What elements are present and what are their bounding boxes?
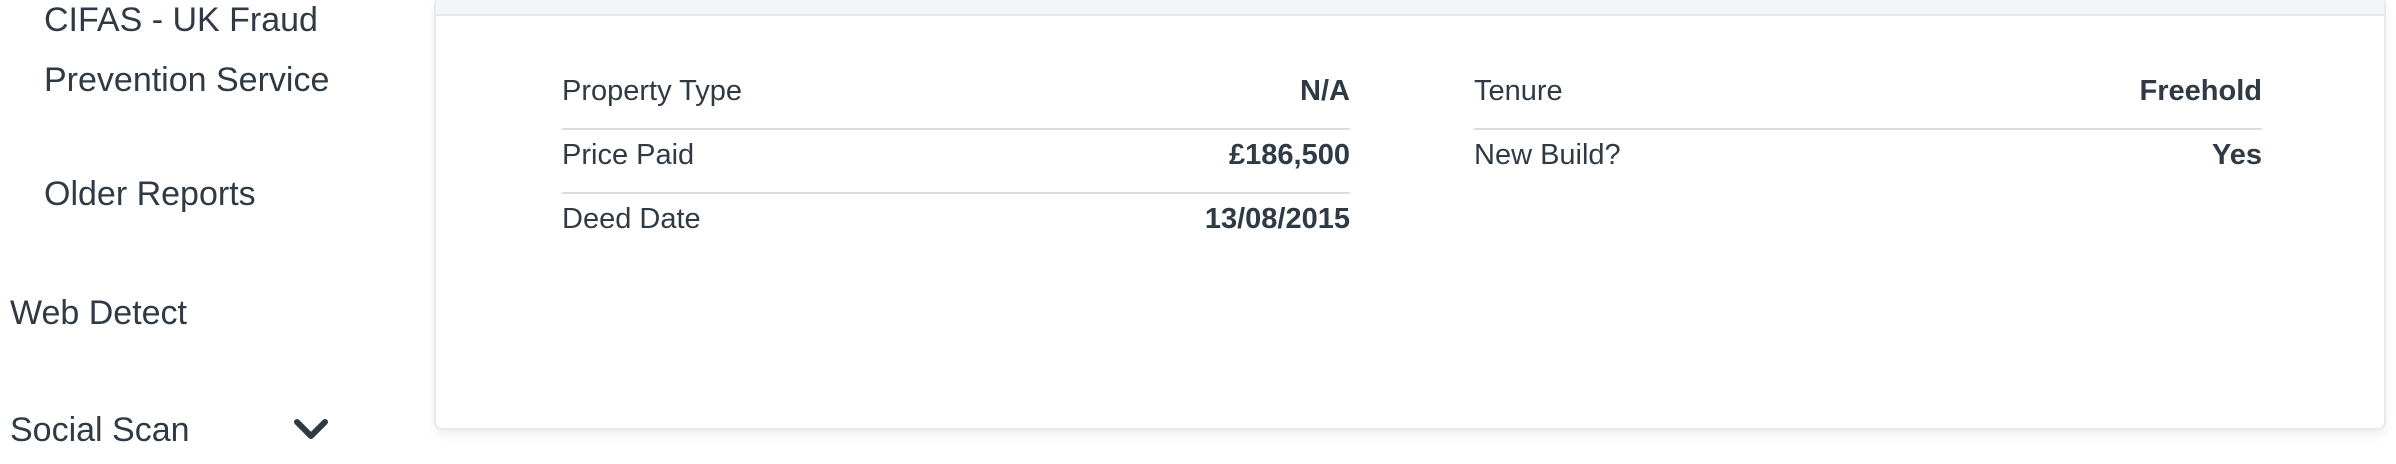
property-type-value: N/A xyxy=(1300,75,1350,107)
tenure-label: Tenure xyxy=(1474,75,1563,107)
deed-date-value: 13/08/2015 xyxy=(1204,203,1350,235)
detail-row-property-type: Property Type N/A xyxy=(562,64,1350,128)
new-build-label: New Build? xyxy=(1474,139,1621,171)
detail-row-price-paid: Price Paid £186,500 xyxy=(562,128,1350,192)
property-details-left-column: Property Type N/A Price Paid £186,500 De… xyxy=(562,64,1350,256)
deed-date-label: Deed Date xyxy=(562,203,701,235)
sidebar-item-cifas-line2[interactable]: Prevention Service xyxy=(44,60,329,100)
property-details-card: Property Type N/A Price Paid £186,500 De… xyxy=(434,0,2386,430)
property-details-right-column: Tenure Freehold New Build? Yes xyxy=(1474,64,2262,192)
price-paid-value: £186,500 xyxy=(1229,139,1350,171)
sidebar-item-cifas-line1[interactable]: CIFAS - UK Fraud xyxy=(44,0,318,40)
price-paid-label: Price Paid xyxy=(562,139,695,171)
chevron-down-icon[interactable] xyxy=(292,414,330,444)
sidebar-item-social-scan[interactable]: Social Scan xyxy=(10,410,190,450)
detail-row-deed-date: Deed Date 13/08/2015 xyxy=(562,192,1350,256)
property-type-label: Property Type xyxy=(562,75,743,107)
tenure-value: Freehold xyxy=(2139,75,2262,107)
sidebar: CIFAS - UK Fraud Prevention Service Olde… xyxy=(0,0,430,464)
detail-row-tenure: Tenure Freehold xyxy=(1474,64,2262,128)
card-header xyxy=(436,0,2384,16)
sidebar-item-web-detect[interactable]: Web Detect xyxy=(10,293,187,333)
detail-row-new-build: New Build? Yes xyxy=(1474,128,2262,192)
sidebar-item-older-reports[interactable]: Older Reports xyxy=(44,174,256,214)
new-build-value: Yes xyxy=(2212,139,2262,171)
